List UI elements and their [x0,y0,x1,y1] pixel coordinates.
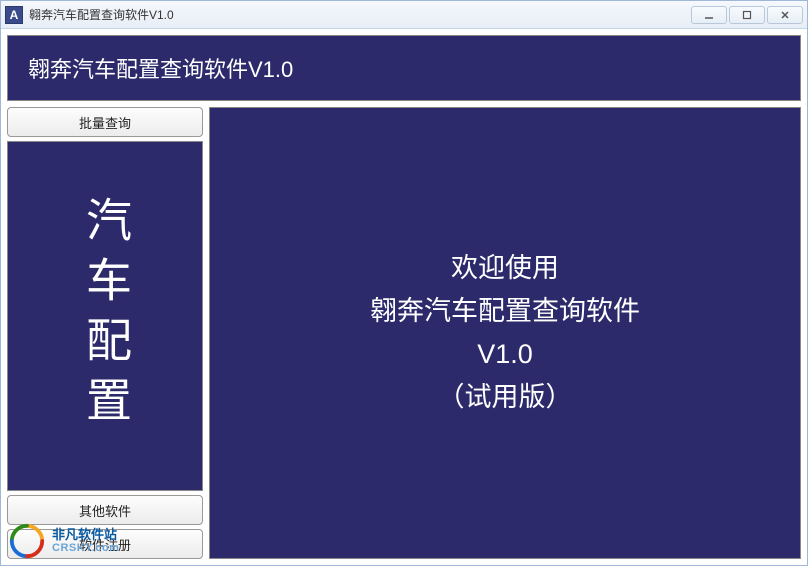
titlebar: A 翱奔汽车配置查询软件V1.0 [1,1,807,29]
sidebar-panel: 汽车配置 [7,141,203,491]
welcome-line-1: 欢迎使用 [451,247,559,290]
app-header-title: 翱奔汽车配置查询软件V1.0 [28,52,780,84]
close-button[interactable] [767,6,803,24]
app-icon: A [5,6,23,24]
main-content: 欢迎使用 翱奔汽车配置查询软件 V1.0 （试用版） [209,107,801,559]
close-icon [779,9,791,21]
maximize-icon [741,9,753,21]
app-body: 翱奔汽车配置查询软件V1.0 批量查询 汽车配置 其他软件 软件注册 欢迎使用 … [1,29,807,565]
sidebar: 批量查询 汽车配置 其他软件 软件注册 [7,107,203,559]
welcome-line-3: V1.0 [477,333,533,376]
batch-query-button[interactable]: 批量查询 [7,107,203,137]
window-controls [691,6,803,24]
other-software-button[interactable]: 其他软件 [7,495,203,525]
minimize-button[interactable] [691,6,727,24]
app-window: A 翱奔汽车配置查询软件V1.0 翱奔汽车配置查询软件V1.0 批量查询 汽车配… [0,0,808,566]
welcome-line-2: 翱奔汽车配置查询软件 [370,290,640,333]
maximize-button[interactable] [729,6,765,24]
software-register-button[interactable]: 软件注册 [7,529,203,559]
app-header: 翱奔汽车配置查询软件V1.0 [7,35,801,101]
sidebar-panel-text: 汽车配置 [82,196,128,436]
minimize-icon [703,9,715,21]
app-main: 批量查询 汽车配置 其他软件 软件注册 欢迎使用 翱奔汽车配置查询软件 V1.0… [7,107,801,559]
window-title: 翱奔汽车配置查询软件V1.0 [29,6,691,23]
welcome-line-4: （试用版） [438,376,573,419]
